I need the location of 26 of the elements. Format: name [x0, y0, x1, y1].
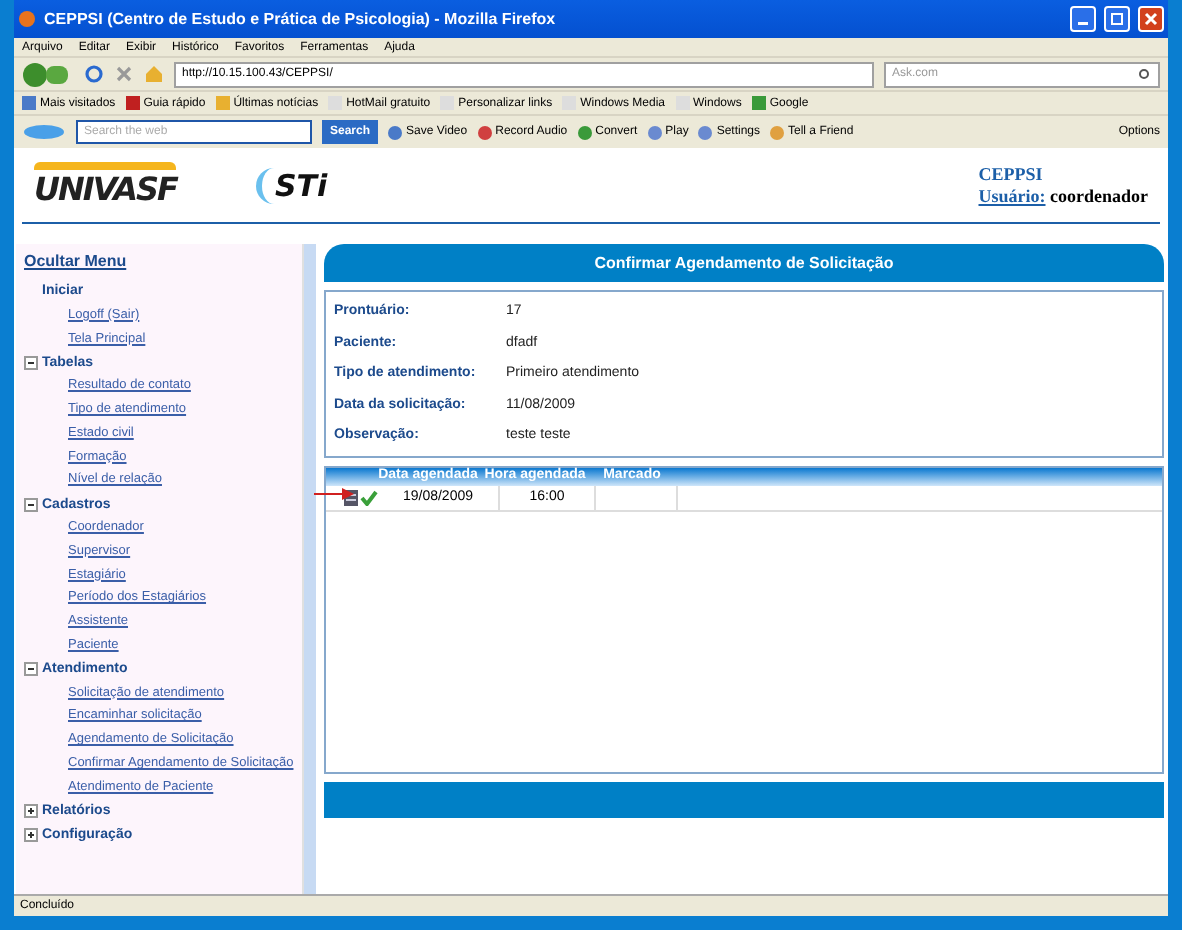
- collapse-icon[interactable]: [24, 355, 38, 370]
- minimize-button[interactable]: [1070, 6, 1096, 32]
- panel-title: Confirmar Agendamento de Solicitação: [324, 244, 1164, 282]
- system-name: CEPPSI: [978, 164, 1045, 184]
- close-button[interactable]: [1138, 6, 1164, 32]
- sti-logo: STi: [256, 167, 340, 203]
- user-link[interactable]: Usuário:: [978, 186, 1046, 206]
- restore-button[interactable]: [1104, 6, 1130, 32]
- collapse-icon[interactable]: [24, 662, 38, 677]
- back-forward-icon[interactable]: [22, 61, 74, 87]
- expand-icon[interactable]: [24, 803, 38, 818]
- reload-icon[interactable]: [84, 64, 104, 84]
- window-title: CEPPSI (Centro de Estudo e Prática de Psicologia) - Mozilla Firefox: [44, 10, 558, 28]
- restore-icon[interactable]: [1110, 12, 1124, 26]
- scrollbar[interactable]: [301, 244, 316, 894]
- close-icon[interactable]: [1144, 12, 1158, 26]
- search-icon[interactable]: [1138, 67, 1152, 81]
- ask-logo-icon: [22, 124, 66, 140]
- firefox-icon: [18, 10, 36, 28]
- collapse-icon[interactable]: [24, 497, 38, 512]
- expand-icon[interactable]: [24, 827, 38, 842]
- stop-icon[interactable]: [114, 64, 134, 84]
- check-icon[interactable]: [360, 489, 378, 505]
- user-name: coordenador: [1050, 186, 1148, 206]
- hide-menu-link[interactable]: Ocultar Menu: [24, 252, 294, 270]
- univasf-logo: UNIVASF: [34, 162, 177, 208]
